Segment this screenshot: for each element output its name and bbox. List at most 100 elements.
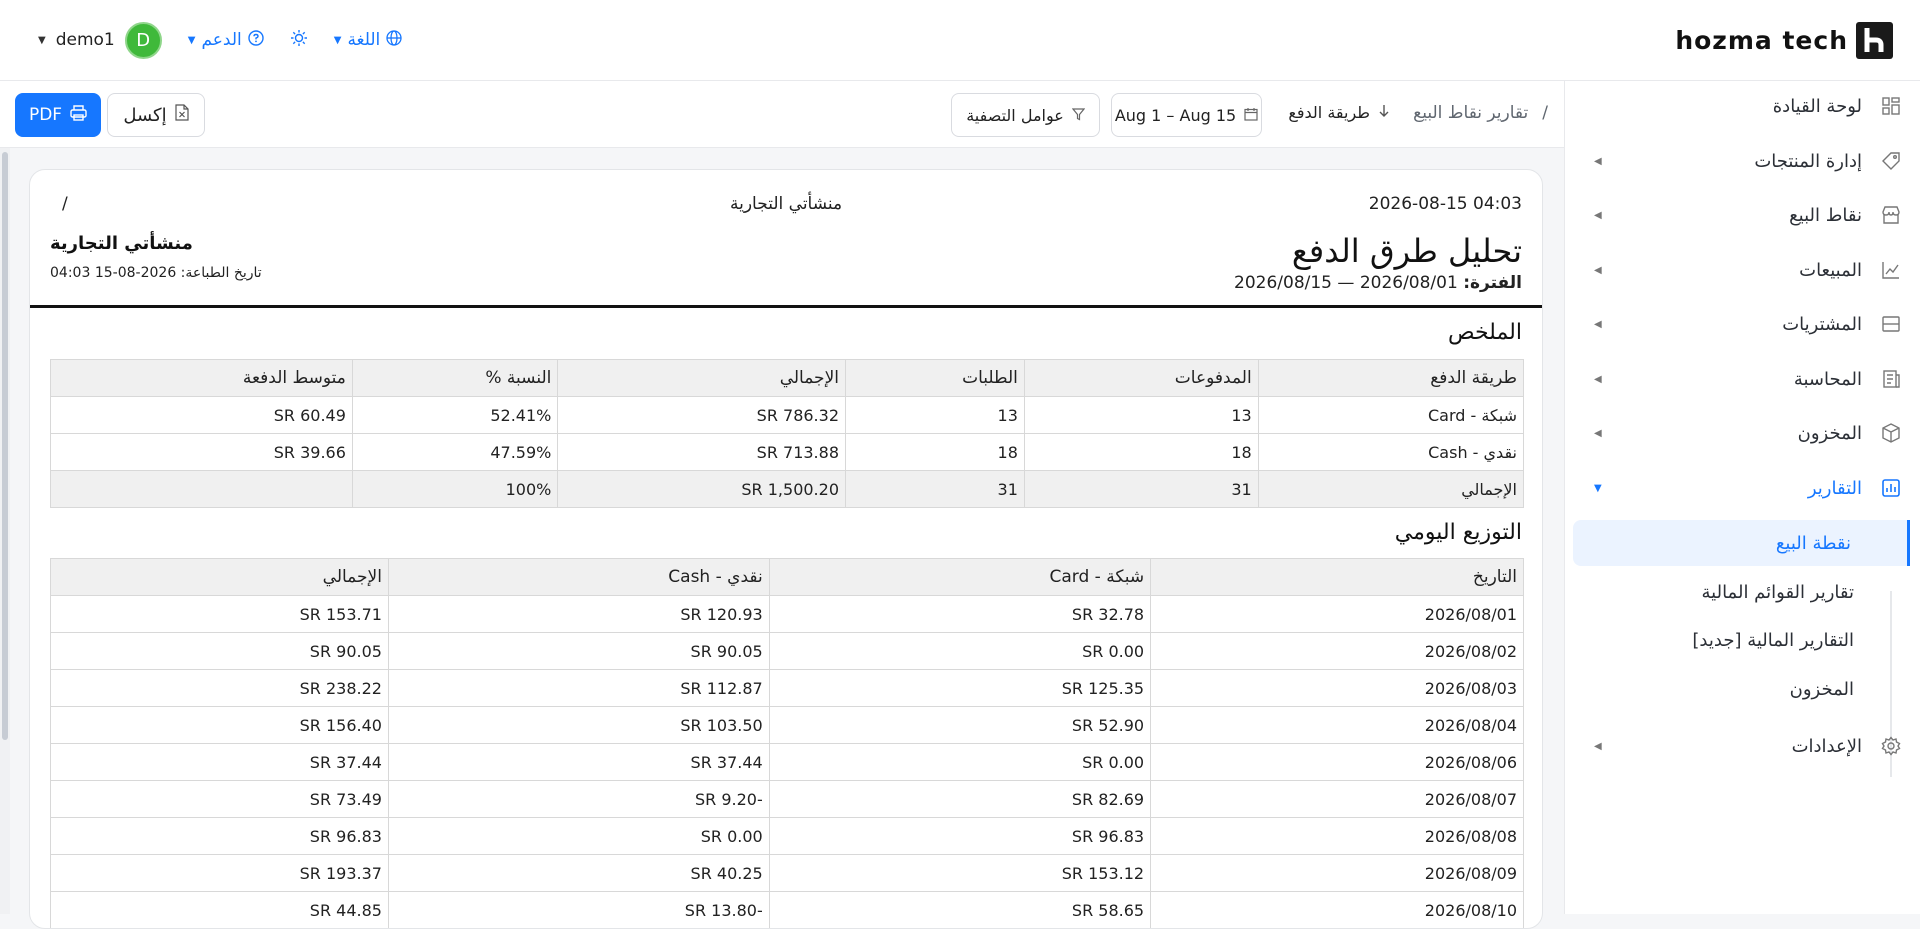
table-cell: SR 713.88 [557,433,846,471]
sidebar-item-sales[interactable]: المبيعات ◀ [1564,245,1920,295]
content-scrollbar[interactable] [0,148,10,914]
table-cell: SR 32.78 [768,595,1152,633]
tag-icon [1880,150,1902,172]
table-cell: SR 9.20- [387,780,770,818]
logo-text: hozma tech [1675,25,1848,55]
col-header: التاريخ [1150,558,1524,596]
sort-by-payment-method[interactable]: طريقة الدفع [1288,103,1390,122]
table-cell: SR 60.49 [50,396,353,434]
table-row: 2026/08/10 SR 58.65 SR 13.80- SR 44.85 [50,891,1524,928]
table-cell: 2026/08/04 [1150,706,1524,744]
breadcrumb-root[interactable]: تقارير نقاط البيع [1413,103,1528,123]
sidebar-item-pos[interactable]: نقاط البيع ◀ [1564,190,1920,240]
user-menu[interactable]: ▼ demo1 D [38,21,162,59]
table-cell: SR 73.49 [50,780,389,818]
table-cell: SR 112.87 [387,669,770,707]
table-cell: SR 44.85 [50,891,389,928]
scrollbar-thumb[interactable] [2,152,8,740]
brand-logo[interactable]: hozma tech [1675,20,1893,60]
table-header-row: طريقة الدفع المدفوعات الطلبات الإجمالي ا… [50,359,1525,397]
col-header: شبكة - Card [768,558,1152,596]
col-header: متوسط الدفعة [50,359,353,397]
export-excel-button[interactable]: إكسل [107,93,205,137]
table-cell: SR 90.05 [50,632,389,670]
table-cell: SR 193.37 [50,854,389,892]
submenu-item-financial-reports-new[interactable]: التقارير المالية [جديد] [1573,617,1910,663]
table-cell: 2026/08/03 [1150,669,1524,707]
submenu-item-financial-statements[interactable]: تقارير القوائم المالية [1573,569,1910,615]
period-value: 2026/08/01 — 2026/08/15 [1234,273,1458,293]
arrow-down-icon [1378,103,1390,122]
chevron-left-icon: ◀ [1594,373,1602,385]
filters-button[interactable]: عوامل التصفية [951,93,1100,137]
store-icon [1880,204,1902,226]
chevron-left-icon: ◀ [1594,155,1602,167]
dashboard-icon [1880,95,1902,117]
table-cell: SR 0.00 [768,743,1152,781]
daily-table-body: 2026/08/01 SR 32.78 SR 120.93 SR 153.71 2026… [50,595,1524,928]
summary-table: طريقة الدفع المدفوعات الطلبات الإجمالي ا… [50,359,1525,508]
table-cell: 52.41% [351,396,559,434]
chevron-down-icon: ▼ [187,34,196,46]
table-cell: 2026/08/01 [1150,595,1524,633]
sidebar-item-reports[interactable]: التقارير ▼ [1564,463,1920,513]
table-cell: 31 [1023,470,1259,508]
filters-label: عوامل التصفية [966,105,1064,125]
chevron-left-icon: ◀ [1594,740,1602,752]
globe-icon [386,29,402,51]
col-header: المدفوعات [1023,359,1259,397]
sidebar-item-label: التقارير [1807,477,1862,499]
table-cell: 2026/08/06 [1150,743,1524,781]
breadcrumb-separator: / [1542,103,1548,123]
inbox-icon [1880,313,1902,335]
sidebar-item-label: إدارة المنتجات [1754,150,1862,172]
table-cell: SR 0.00 [768,632,1152,670]
table-row: 2026/08/02 SR 0.00 SR 90.05 SR 90.05 [50,632,1524,670]
sidebar-item-products[interactable]: إدارة المنتجات ◀ [1564,136,1920,186]
printer-icon [70,104,87,126]
summary-section-title: الملخص [1448,320,1522,345]
sidebar-item-dashboard[interactable]: لوحة القيادة [1564,81,1920,131]
table-cell: 2026/08/02 [1150,632,1524,670]
submenu-item-inventory[interactable]: المخزون [1573,666,1910,712]
support-label: الدعم [201,30,242,50]
sidebar-item-purchases[interactable]: المشتريات ◀ [1564,299,1920,349]
col-header: الإجمالي [50,558,389,596]
table-cell: SR 96.83 [768,817,1152,855]
username: demo1 [55,30,115,50]
col-header: طريقة الدفع [1257,359,1525,397]
sidebar-item-settings[interactable]: الإعدادات ◀ [1564,721,1920,771]
table-row: 2026/08/08 SR 96.83 SR 0.00 SR 96.83 [50,817,1524,855]
table-cell: 100% [351,470,559,508]
report-period: الفترة: 2026/08/01 — 2026/08/15 [1234,273,1522,293]
table-row: 2026/08/04 SR 52.90 SR 103.50 SR 156.40 [50,706,1524,744]
col-header: النسبة % [351,359,559,397]
header-actions: ▼ demo1 D ▼ الدعم ▼ اللغة [38,20,402,60]
table-cell: الإجمالي [1257,470,1525,508]
theme-toggle[interactable] [290,29,308,52]
submenu-item-label: نقطة البيع [1775,532,1851,554]
table-cell: SR 96.83 [50,817,389,855]
table-cell: 2026/08/10 [1150,891,1524,928]
table-cell: SR 1,500.20 [557,470,846,508]
calendar-icon [1244,106,1258,125]
daily-distribution-table: التاريخ شبكة - Card نقدي - Cash الإجمالي… [50,558,1524,928]
export-pdf-button[interactable]: PDF [15,93,101,137]
chevron-left-icon: ◀ [1594,427,1602,439]
language-label: اللغة [347,30,381,50]
table-cell: SR 58.65 [768,891,1152,928]
sidebar-item-accounting[interactable]: المحاسبة ◀ [1564,354,1920,404]
report-icon [1880,477,1902,499]
table-cell: نقدي - Cash [1257,433,1525,471]
language-menu[interactable]: ▼ اللغة [334,29,403,51]
sidebar-item-label: المخزون [1797,422,1862,444]
sidebar-item-label: الإعدادات [1791,735,1862,757]
sidebar-item-inventory[interactable]: المخزون ◀ [1564,408,1920,458]
support-menu[interactable]: ▼ الدعم [187,29,264,51]
table-cell: 31 [845,470,1025,508]
date-range-picker[interactable]: Aug 1 – Aug 15 [1111,93,1262,137]
sort-label: طريقة الدفع [1288,103,1370,122]
breadcrumb: / تقارير نقاط البيع [1413,103,1548,123]
sidebar-item-label: المشتريات [1782,313,1862,335]
submenu-item-pos-report[interactable]: نقطة البيع [1573,520,1910,566]
